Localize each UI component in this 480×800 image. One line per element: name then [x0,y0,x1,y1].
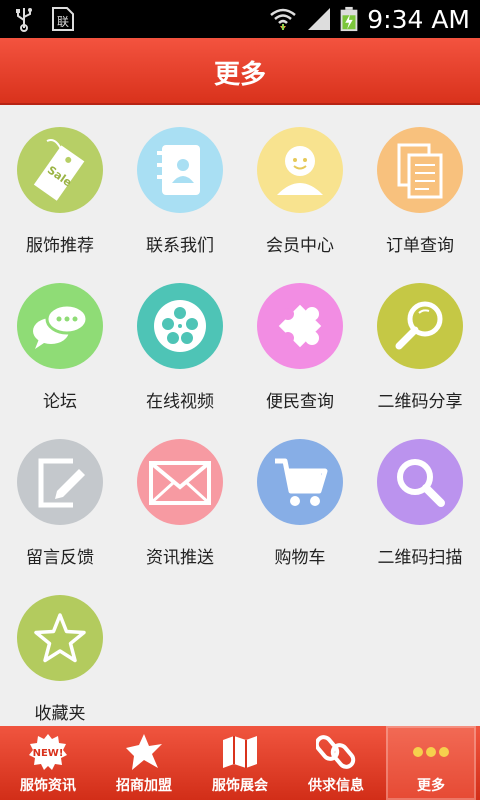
tab-label: 服饰展会 [212,778,268,794]
magnifier-icon [377,283,463,369]
grid-item-fashion-recommend[interactable]: Sale 服饰推荐 [0,105,120,256]
signal-icon [308,8,330,30]
tab-more[interactable]: 更多 [386,726,476,800]
tab-label: 更多 [417,778,445,794]
tab-franchise[interactable]: 招商加盟 [96,726,192,800]
grid-item-contact-us[interactable]: 联系我们 [120,105,240,256]
battery-icon [340,6,358,32]
puzzle-icon [257,283,343,369]
grid-item-label: 二维码分享 [377,392,463,412]
grid-item-label: 在线视频 [146,392,214,412]
film-reel-icon [137,283,223,369]
grid-item-label: 服饰推荐 [26,236,94,256]
status-bar: 联 9:34 AM [0,0,480,38]
status-time: 9:34 AM [367,5,470,34]
tab-label: 招商加盟 [116,778,172,794]
grid-item-label: 订单查询 [386,236,454,256]
grid-item-convenience-query[interactable]: 便民查询 [240,261,360,412]
grid-item-forum[interactable]: 论坛 [0,261,120,412]
grid-item-label: 便民查询 [266,392,334,412]
tab-label: 供求信息 [308,778,364,794]
map-icon [223,736,257,768]
grid-item-label: 二维码扫描 [377,548,463,568]
order-documents-icon [377,127,463,213]
star-icon [17,595,103,681]
new-badge-icon: NEW! [29,734,67,770]
grid-item-shopping-cart[interactable]: 购物车 [240,417,360,568]
member-user-icon [257,127,343,213]
grid-item-label: 会员中心 [266,236,334,256]
bottom-tab-bar: NEW! 服饰资讯 招商加盟 服饰展会 供求信息 更多 [0,726,480,800]
grid-item-order-query[interactable]: 订单查询 [360,105,480,256]
chain-link-icon [316,735,356,769]
sim-card-icon: 联 [52,7,74,31]
search-icon [377,439,463,525]
grid-item-label: 资讯推送 [146,548,214,568]
grid-item-member-center[interactable]: 会员中心 [240,105,360,256]
edit-note-icon [17,439,103,525]
grid-item-label: 购物车 [274,548,326,568]
grid-item-news-push[interactable]: 资讯推送 [120,417,240,568]
usb-icon [16,8,32,32]
grid-item-qr-scan[interactable]: 二维码扫描 [360,417,480,568]
shopping-cart-icon [257,439,343,525]
more-dots-icon [413,747,449,757]
chat-bubbles-icon [17,283,103,369]
starburst-icon [126,734,162,770]
header: 更多 [0,38,480,105]
new-badge-text: NEW! [33,748,64,759]
feature-grid: Sale 服饰推荐 联系我们 会员中心 订单查询 论坛 在线视频 便民查询 二维… [0,105,480,725]
tab-supply-demand[interactable]: 供求信息 [288,726,384,800]
page-title: 更多 [213,60,266,90]
grid-item-label: 论坛 [43,392,77,412]
grid-item-label: 留言反馈 [26,548,94,568]
envelope-icon [137,439,223,525]
svg-text:联: 联 [57,15,69,29]
grid-item-label: 联系我们 [146,236,214,256]
tab-fashion-expo[interactable]: 服饰展会 [192,726,288,800]
grid-item-feedback[interactable]: 留言反馈 [0,417,120,568]
grid-item-qr-share[interactable]: 二维码分享 [360,261,480,412]
sale-tag-icon: Sale [17,127,103,213]
grid-item-favorites[interactable]: 收藏夹 [0,573,120,724]
tab-fashion-news[interactable]: NEW! 服饰资讯 [0,726,96,800]
contacts-book-icon [137,127,223,213]
wifi-icon [270,8,296,30]
grid-item-online-video[interactable]: 在线视频 [120,261,240,412]
grid-item-label: 收藏夹 [34,704,86,724]
tab-label: 服饰资讯 [20,778,76,794]
